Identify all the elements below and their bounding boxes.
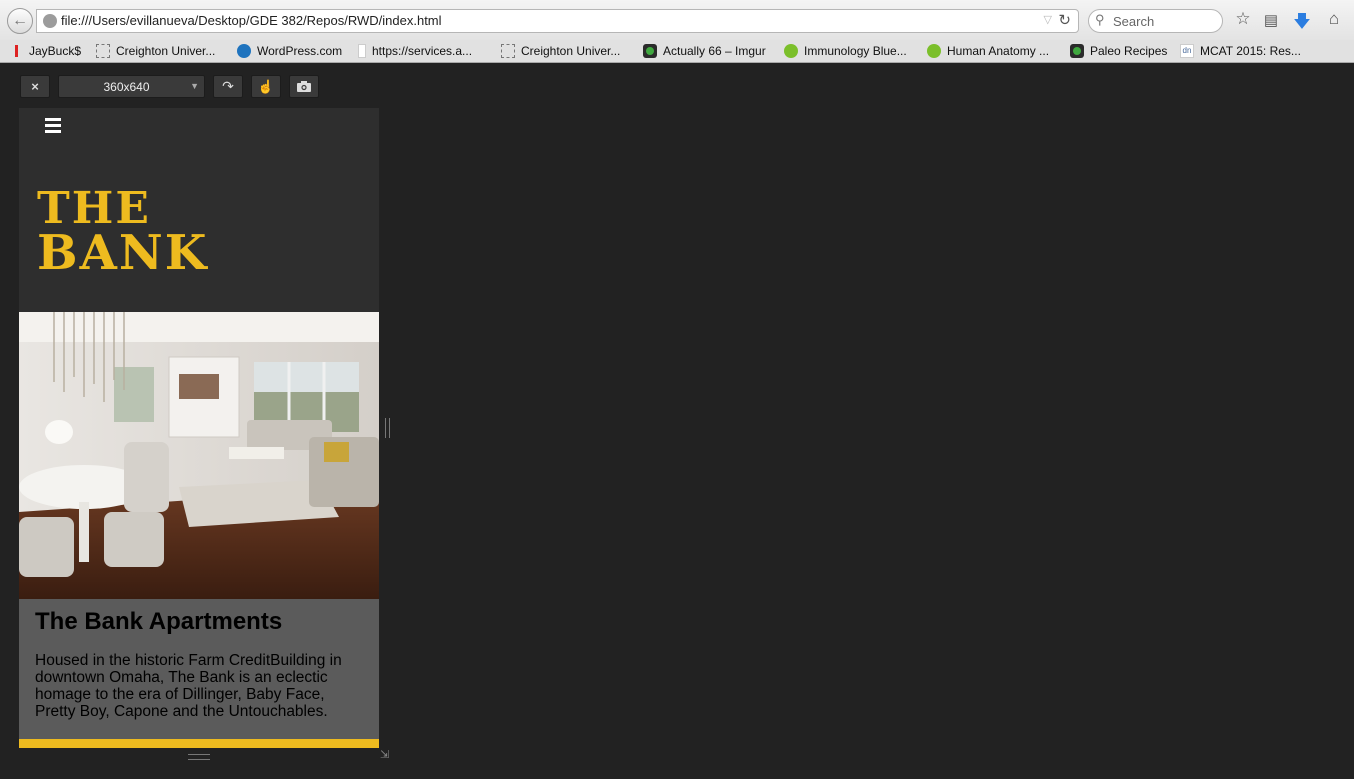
bookmark-label: Actually 66 – Imgur bbox=[663, 44, 766, 58]
url-text[interactable]: file:///Users/evillanueva/Desktop/GDE 38… bbox=[61, 13, 442, 28]
bookmark-item[interactable]: https://services.a... bbox=[358, 42, 472, 60]
search-box[interactable]: ⚲ Search bbox=[1088, 9, 1223, 33]
screenshot-button[interactable] bbox=[289, 75, 319, 98]
feed-icon bbox=[358, 44, 366, 58]
footer-accent-bar bbox=[19, 739, 379, 748]
responsive-viewport: THE BANK The Bank Apartments Housed in t… bbox=[19, 108, 379, 748]
dn-icon: dn bbox=[1180, 44, 1194, 58]
jaybucks-icon bbox=[15, 45, 23, 57]
bookmark-item[interactable]: dn MCAT 2015: Res... bbox=[1180, 42, 1301, 60]
section-heading: The Bank Apartments bbox=[35, 608, 283, 635]
page-icon bbox=[96, 44, 110, 58]
bookmark-item[interactable]: JayBuck$ bbox=[15, 42, 81, 60]
hero-image bbox=[19, 312, 379, 599]
viewport-size-value[interactable]: 360x640 bbox=[103, 80, 149, 94]
search-icon: ⚲ bbox=[1095, 12, 1105, 27]
site-logo[interactable]: THE BANK bbox=[37, 186, 209, 281]
chevron-down-icon: ▼ bbox=[190, 81, 199, 91]
wordpress-icon bbox=[237, 44, 251, 58]
bookmark-item[interactable]: WordPress.com bbox=[237, 42, 342, 60]
bookmarks-bar: JayBuck$ Creighton Univer... WordPress.c… bbox=[0, 40, 1354, 63]
viewport-size-select[interactable]: 360x640 ▼ bbox=[58, 75, 205, 98]
bookmark-label: MCAT 2015: Res... bbox=[1200, 44, 1301, 58]
bookmark-item[interactable]: Human Anatomy ... bbox=[927, 42, 1049, 60]
url-dropdown-icon[interactable]: ▽ bbox=[1044, 13, 1052, 26]
reload-icon[interactable]: ↻ bbox=[1058, 11, 1071, 29]
camera-icon bbox=[297, 81, 311, 92]
url-bar[interactable]: file:///Users/evillanueva/Desktop/GDE 38… bbox=[36, 9, 1079, 33]
search-placeholder[interactable]: Search bbox=[1113, 14, 1154, 29]
bookmark-label: Human Anatomy ... bbox=[947, 44, 1050, 58]
bookmark-label: Creighton Univer... bbox=[116, 44, 216, 58]
home-icon[interactable]: ⌂ bbox=[1324, 9, 1344, 31]
browser-toolbar: ← file:///Users/evillanueva/Desktop/GDE … bbox=[0, 0, 1354, 40]
bookmark-label: https://services.a... bbox=[372, 44, 473, 58]
bookmark-star-icon[interactable]: ☆ bbox=[1233, 9, 1253, 31]
play-icon bbox=[927, 44, 941, 58]
reading-list-icon[interactable]: ▤ bbox=[1261, 11, 1281, 33]
touch-icon: ☝ bbox=[257, 78, 275, 94]
hamburger-menu-icon[interactable] bbox=[45, 118, 61, 134]
globe-icon bbox=[43, 14, 57, 28]
bookmark-label: WordPress.com bbox=[257, 44, 343, 58]
bookmark-item[interactable]: Paleo Recipes bbox=[1070, 42, 1167, 60]
viewport-width-handle[interactable] bbox=[385, 418, 390, 438]
viewport-height-handle[interactable] bbox=[188, 754, 210, 760]
bookmark-label: Immunology Blue... bbox=[804, 44, 907, 58]
close-icon: × bbox=[31, 79, 39, 94]
bookmark-item[interactable]: Actually 66 – Imgur bbox=[643, 42, 766, 60]
page-icon bbox=[501, 44, 515, 58]
rotate-button[interactable]: ↷ bbox=[213, 75, 243, 98]
bookmark-item[interactable]: Creighton Univer... bbox=[501, 42, 620, 60]
content-section: The Bank Apartments Housed in the histor… bbox=[19, 599, 379, 739]
section-body: Housed in the historic Farm CreditBuildi… bbox=[35, 652, 342, 720]
bookmark-label: Paleo Recipes bbox=[1090, 44, 1168, 58]
play-icon bbox=[784, 44, 798, 58]
bookmark-label: Creighton Univer... bbox=[521, 44, 621, 58]
green-dot-icon bbox=[1070, 44, 1084, 58]
bookmark-label: JayBuck$ bbox=[29, 44, 82, 58]
viewport-resize-corner-icon[interactable]: ⇲ bbox=[380, 748, 389, 761]
back-button[interactable]: ← bbox=[7, 8, 33, 34]
back-arrow-icon: ← bbox=[12, 12, 28, 29]
touch-simulation-button[interactable]: ☝ bbox=[251, 75, 281, 98]
logo-line-bank: BANK bbox=[37, 225, 209, 281]
bookmark-item[interactable]: Immunology Blue... bbox=[784, 42, 907, 60]
bookmark-item[interactable]: Creighton Univer... bbox=[96, 42, 215, 60]
imgur-icon bbox=[643, 44, 657, 58]
rotate-icon: ↷ bbox=[222, 78, 234, 94]
close-responsive-button[interactable]: × bbox=[20, 75, 50, 98]
download-icon[interactable]: 🡇 bbox=[1292, 9, 1312, 31]
